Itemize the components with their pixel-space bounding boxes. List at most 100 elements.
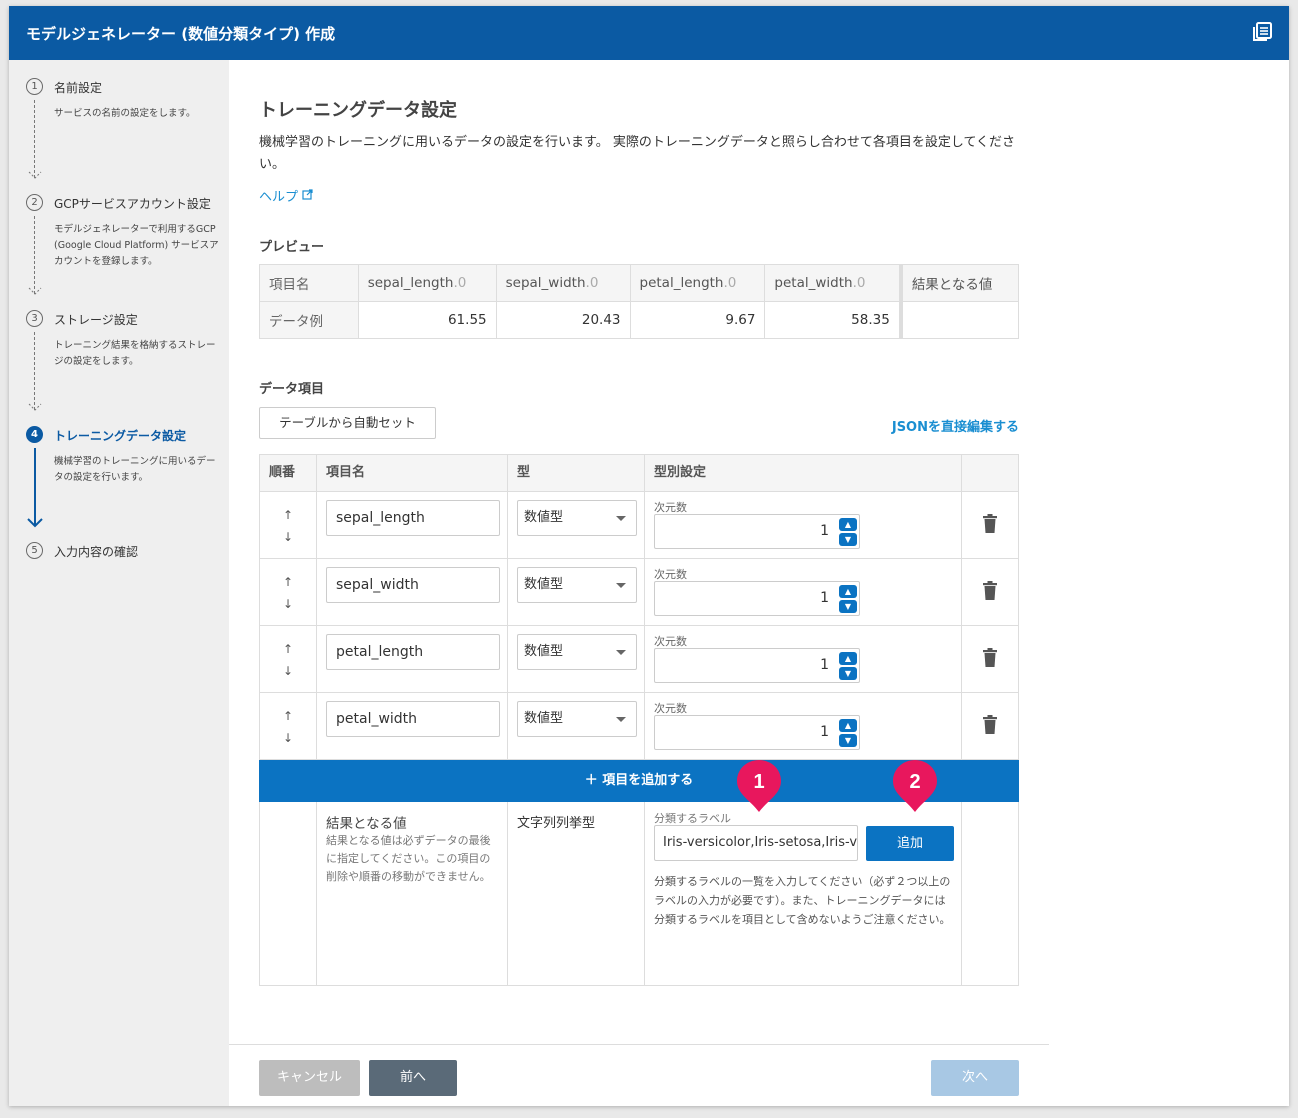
dimension-stepper[interactable]: 1 ▲ ▼ [654,648,860,683]
label-input[interactable]: Iris-versicolor,Iris-setosa,Iris-virgini… [654,825,858,861]
table-row: ↑ ↓ petal_width 数値型 次元数 1 ▲ ▼ [259,693,1019,760]
move-down-icon[interactable]: ↓ [280,727,296,749]
move-down-icon[interactable]: ↓ [280,660,296,682]
prev-button[interactable]: 前へ [369,1060,457,1096]
item-name-input[interactable]: sepal_width [326,567,500,603]
step-connector [34,100,35,178]
preview-cell: 9.67 [629,301,766,339]
item-name-input[interactable]: petal_length [326,634,500,670]
dimension-label: 次元数 [654,635,687,648]
chevron-down-icon [616,717,626,722]
svg-text:1: 1 [753,771,764,793]
data-items-heading: データ項目 [259,382,325,397]
table-row: ↑ ↓ sepal_length 数値型 次元数 1 ▲ ▼ [259,492,1019,559]
trash-icon[interactable] [982,715,998,734]
preview-cell: 20.43 [495,301,631,339]
svg-text:2: 2 [909,771,920,793]
dimension-stepper[interactable]: 1 ▲ ▼ [654,715,860,750]
dimension-stepper[interactable]: 1 ▲ ▼ [654,514,860,549]
trash-icon[interactable] [982,581,998,600]
decrement-icon[interactable]: ▼ [839,734,857,747]
step-sidebar: 1 名前設定 サービスの名前の設定をします。 2 GCPサービスアカウント設定 … [9,60,229,1106]
step-desc: トレーニング結果を格納するストレージの設定をします。 [54,340,216,367]
connector-arrow-icon [28,287,42,295]
json-edit-link[interactable]: JSONを直接編集する [892,416,1019,435]
auto-set-button[interactable]: テーブルから自動セット [259,407,436,439]
chevron-down-icon [616,583,626,588]
dimension-label: 次元数 [654,501,687,514]
trash-icon[interactable] [982,514,998,533]
step-connector [34,216,35,294]
header-order: 順番 [269,465,296,480]
window-title: モデルジェネレーター (数値分類タイプ) 作成 [26,25,336,43]
step-connector [34,448,36,526]
step-number: 4 [26,426,43,443]
step-name: 名前設定 [54,81,103,95]
decrement-icon[interactable]: ▼ [839,533,857,546]
type-select[interactable]: 数値型 [517,500,637,536]
move-down-icon[interactable]: ↓ [280,526,296,548]
move-down-icon[interactable]: ↓ [280,593,296,615]
connector-arrow-icon [28,403,42,411]
trash-icon[interactable] [982,648,998,667]
increment-icon[interactable]: ▲ [839,518,857,531]
preview-row-label: 項目名 [259,264,359,302]
type-select[interactable]: 数値型 [517,567,637,603]
decrement-icon[interactable]: ▼ [839,667,857,680]
preview-col-header: sepal_width.0 [495,264,631,302]
result-row: 結果となる値 結果となる値は必ずデータの最後に指定してください。この項目の削除や… [259,802,1019,986]
dimension-label: 次元数 [654,702,687,715]
cancel-button[interactable]: キャンセル [259,1060,360,1096]
table-row: ↑ ↓ petal_length 数値型 次元数 1 ▲ ▼ [259,626,1019,693]
preview-cell: 61.55 [357,301,497,339]
label-caption: 分類するラベル [654,812,731,825]
docs-icon[interactable] [1251,21,1273,43]
dimension-stepper[interactable]: 1 ▲ ▼ [654,581,860,616]
preview-heading: プレビュー [259,240,325,255]
step-desc: サービスの名前の設定をします。 [54,108,196,119]
increment-icon[interactable]: ▲ [839,585,857,598]
step-name: ストレージ設定 [54,313,138,327]
decrement-icon[interactable]: ▼ [839,600,857,613]
order-controls: ↑ ↓ [280,638,296,682]
item-name-input[interactable]: sepal_length [326,500,500,536]
step-number: 1 [26,78,43,95]
add-label-button[interactable]: 追加 [866,826,954,861]
step-name: トレーニングデータ設定 [54,429,187,443]
item-name-input[interactable]: petal_width [326,701,500,737]
result-desc: 結果となる値は必ずデータの最後に指定してください。この項目の削除や順番の移動がで… [326,834,491,883]
annotation-badge-2: 2 [893,760,937,812]
header-type: 型 [517,465,531,480]
next-button[interactable]: 次へ [931,1060,1019,1096]
increment-icon[interactable]: ▲ [839,719,857,732]
annotation-badge-1: 1 [737,760,781,812]
move-up-icon[interactable]: ↑ [280,504,296,526]
type-select[interactable]: 数値型 [517,701,637,737]
label-help-text: 分類するラベルの一覧を入力してください（必ず２つ以上のラベルの入力が必要です）。… [654,875,951,926]
table-row: ↑ ↓ sepal_width 数値型 次元数 1 ▲ ▼ [259,559,1019,626]
footer-divider [229,1044,1049,1045]
chevron-down-icon [616,650,626,655]
type-select[interactable]: 数値型 [517,634,637,670]
preview-col-header: sepal_length.0 [357,264,497,302]
result-type: 文字列列挙型 [517,816,596,831]
increment-icon[interactable]: ▲ [839,652,857,665]
connector-arrow-icon [28,171,42,179]
preview-row-label: データ例 [259,301,359,339]
header-name: 項目名 [326,465,366,480]
preview-cell: 58.35 [764,301,902,339]
title-bar: モデルジェネレーター (数値分類タイプ) 作成 [9,6,1289,60]
step-name: 入力内容の確認 [54,545,139,559]
order-controls: ↑ ↓ [280,504,296,548]
dimension-label: 次元数 [654,568,687,581]
step-desc: 機械学習のトレーニングに用いるデータの設定を行います。 [54,456,216,483]
step-desc: モデルジェネレーターで利用するGCP (Google Cloud Platfor… [54,224,219,267]
page-title: トレーニングデータ設定 [259,100,457,121]
help-link[interactable]: ヘルプ [259,186,313,205]
move-up-icon[interactable]: ↑ [280,638,296,660]
intro-text: 機械学習のトレーニングに用いるデータの設定を行います。 実際のトレーニングデータ… [259,135,1016,172]
move-up-icon[interactable]: ↑ [280,705,296,727]
order-controls: ↑ ↓ [280,705,296,749]
header-type-settings: 型別設定 [654,465,707,480]
move-up-icon[interactable]: ↑ [280,571,296,593]
